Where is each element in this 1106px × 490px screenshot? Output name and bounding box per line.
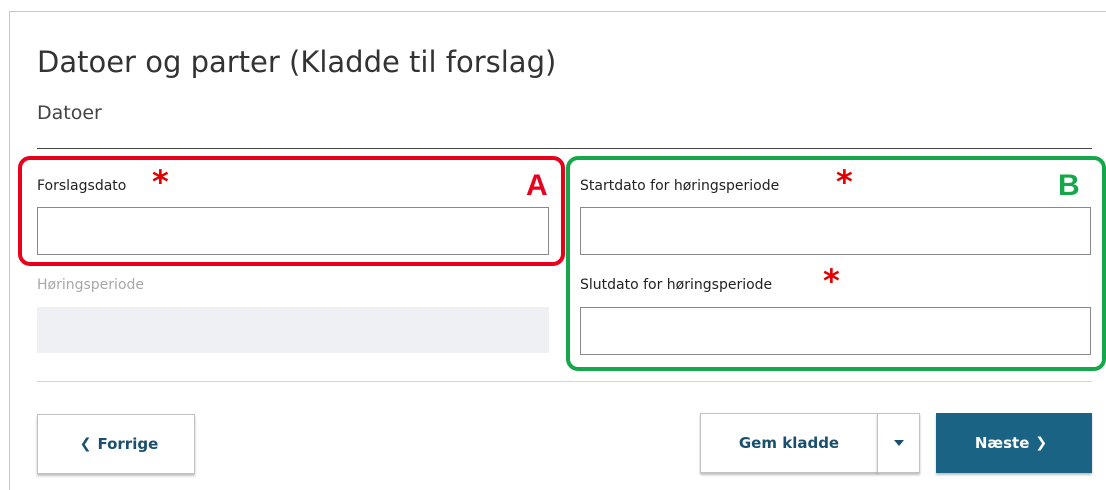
save-draft-dropdown-button[interactable] — [877, 413, 920, 473]
annotation-label-b: B — [1058, 169, 1080, 202]
horingsperiode-label: Høringsperiode — [37, 277, 145, 293]
save-draft-button[interactable]: Gem kladde — [700, 413, 878, 473]
previous-button[interactable]: ❮ Forrige — [37, 414, 195, 474]
footer-divider — [37, 381, 1092, 382]
next-button-label: Næste — [974, 434, 1030, 452]
save-draft-button-label: Gem kladde — [738, 434, 840, 452]
page-title: Datoer og parter (Kladde til forslag) — [37, 45, 557, 79]
previous-button-label: Forrige — [97, 435, 159, 453]
chevron-left-icon: ❮ — [79, 436, 92, 452]
annotation-label-a: A — [526, 169, 548, 202]
section-divider — [37, 148, 1092, 149]
annotation-box-a — [18, 156, 565, 266]
chevron-right-icon: ❯ — [1035, 435, 1048, 451]
horingsperiode-field — [37, 307, 549, 353]
next-button[interactable]: Næste ❯ — [936, 413, 1092, 473]
caret-down-icon — [893, 440, 904, 446]
section-title: Datoer — [37, 102, 102, 124]
annotation-box-b — [566, 156, 1106, 371]
